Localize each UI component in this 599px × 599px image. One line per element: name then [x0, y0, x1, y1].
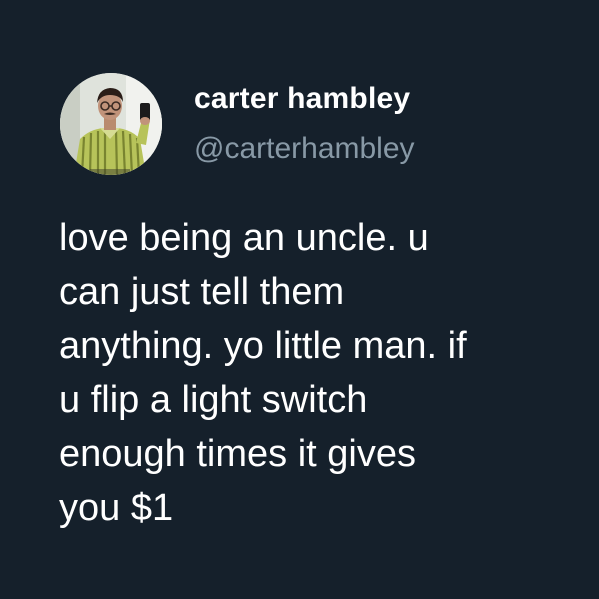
display-name[interactable]: carter hambley [194, 82, 410, 116]
tweet-text: love being an uncle. u can just tell the… [59, 211, 569, 535]
tweet-line: enough times it gives [59, 433, 416, 475]
username-handle[interactable]: @carterhambley [194, 132, 415, 166]
tweet-line: can just tell them [59, 271, 345, 313]
tweet-line: u flip a light switch [59, 379, 368, 421]
tweet-line: love being an uncle. u [59, 217, 429, 259]
tweet-card: carter hambley @carterhambley love being… [0, 0, 599, 599]
avatar[interactable] [60, 73, 162, 175]
tweet-line: anything. yo little man. if [59, 325, 467, 367]
avatar-photo-icon [60, 73, 162, 175]
tweet-line: you $1 [59, 487, 174, 529]
